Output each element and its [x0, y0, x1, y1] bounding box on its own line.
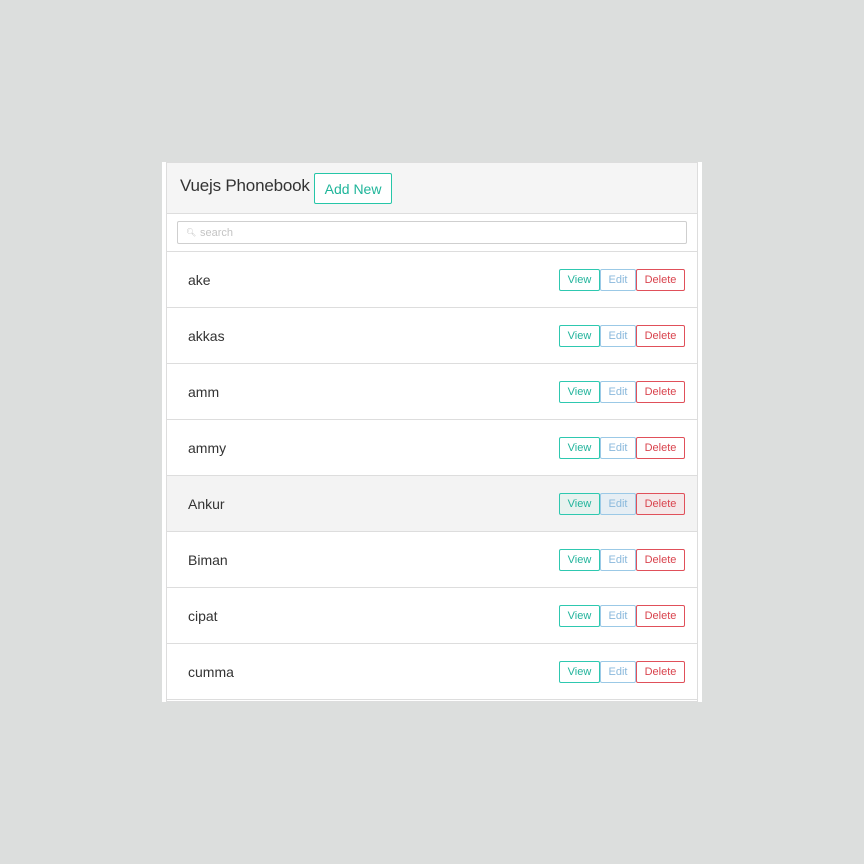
row-actions: View Edit Delete [559, 493, 685, 515]
row-actions: View Edit Delete [559, 437, 685, 459]
edit-button[interactable]: Edit [600, 269, 636, 291]
app-title: Vuejs Phonebook [180, 176, 310, 195]
delete-button[interactable]: Delete [636, 325, 685, 347]
delete-button[interactable]: Delete [636, 437, 685, 459]
delete-button[interactable]: Delete [636, 661, 685, 683]
contact-list: ake View Edit Delete akkas View Edit Delete amm V… [167, 252, 697, 700]
add-new-button[interactable]: Add New [313, 173, 393, 204]
app-frame: Vuejs Phonebook Add New 🔍︎ akeViewEditDe… [162, 162, 702, 702]
view-button[interactable]: View [559, 381, 600, 403]
contact-row[interactable]: ake View Edit Delete [167, 252, 697, 308]
delete-button[interactable]: Delete [636, 269, 685, 291]
view-button[interactable]: View [559, 493, 600, 515]
contact-name: Ankur [188, 495, 225, 512]
contact-name: ake [188, 271, 211, 288]
search-icon: 🔍︎ [186, 228, 197, 237]
contact-row[interactable]: akkas View Edit Delete [167, 308, 697, 364]
view-button[interactable]: View [559, 549, 600, 571]
contact-name: cumma [188, 663, 234, 680]
contact-row[interactable]: cumma View Edit Delete [167, 644, 697, 700]
row-actions: View Edit Delete [559, 661, 685, 683]
contact-row[interactable]: ammy View Edit Delete [167, 420, 697, 476]
view-button[interactable]: View [559, 269, 600, 291]
delete-button[interactable]: Delete [636, 549, 685, 571]
contact-row[interactable]: amm View Edit Delete [167, 364, 697, 420]
contact-name: cipat [188, 607, 218, 624]
contact-name: amm [188, 383, 220, 400]
contact-row[interactable]: cipat View Edit Delete [167, 588, 697, 644]
view-button[interactable]: View [559, 325, 600, 347]
search-box[interactable]: 🔍︎ [177, 221, 687, 244]
view-button[interactable]: View [559, 661, 600, 683]
edit-button[interactable]: Edit [600, 549, 636, 571]
edit-button[interactable]: Edit [600, 605, 636, 627]
edit-button[interactable]: Edit [600, 661, 636, 683]
edit-button[interactable]: Edit [600, 325, 636, 347]
contact-name: ammy [188, 439, 227, 456]
edit-button[interactable]: Edit [600, 493, 636, 515]
row-actions: View Edit Delete [559, 549, 685, 571]
contact-name: akkas [188, 327, 225, 344]
edit-button[interactable]: Edit [600, 437, 636, 459]
view-button[interactable]: View [559, 605, 600, 627]
panel-header: Vuejs Phonebook Add New [167, 163, 697, 214]
row-actions: View Edit Delete [559, 605, 685, 627]
delete-button[interactable]: Delete [636, 605, 685, 627]
contact-row[interactable]: Ankur View Edit Delete [167, 476, 697, 532]
view-button[interactable]: View [559, 437, 600, 459]
contact-row[interactable]: Biman View Edit Delete [167, 532, 697, 588]
contact-name: Biman [188, 551, 228, 568]
search-input[interactable] [200, 226, 686, 239]
row-actions: View Edit Delete [559, 269, 685, 291]
search-row: 🔍︎ [167, 214, 697, 252]
delete-button[interactable]: Delete [636, 493, 685, 515]
phonebook-panel: Vuejs Phonebook Add New 🔍︎ akeViewEditDe… [166, 162, 698, 702]
row-actions: View Edit Delete [559, 325, 685, 347]
row-actions: View Edit Delete [559, 381, 685, 403]
edit-button[interactable]: Edit [600, 381, 636, 403]
delete-button[interactable]: Delete [636, 381, 685, 403]
